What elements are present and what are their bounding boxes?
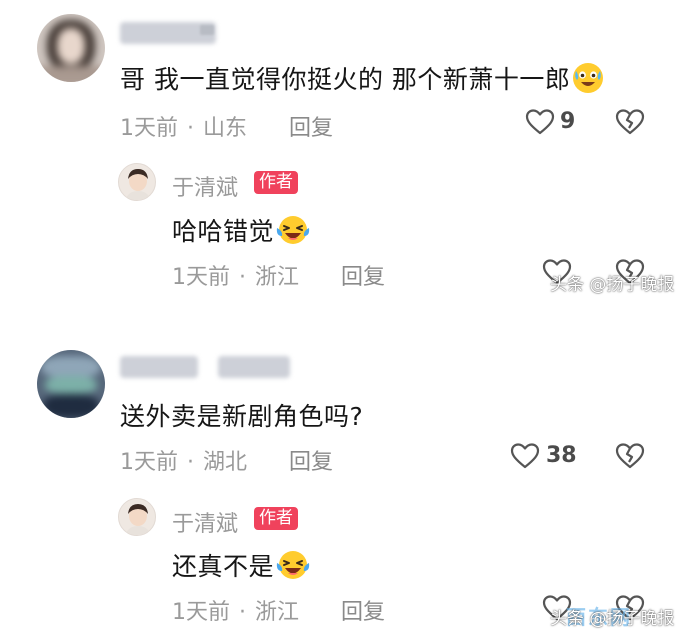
laughing-tears-emoji [276, 549, 310, 587]
comment-text: 哥 我一直觉得你挺火的 那个新萧十一郎 [120, 60, 604, 100]
like-count: 38 [546, 443, 577, 468]
meta-separator: · [187, 450, 194, 475]
reply-text: 还真不是 [172, 547, 310, 587]
broken-heart-icon [615, 109, 645, 135]
comment-location: 山东 [203, 116, 248, 141]
reply-time: 1天前 [172, 265, 230, 290]
meta-separator: · [239, 265, 246, 290]
author-avatar[interactable] [118, 163, 156, 201]
username-blurred[interactable] [218, 356, 290, 378]
heart-outline-icon [525, 109, 555, 135]
author-badge: 作者 [254, 171, 298, 194]
broken-heart-icon [615, 443, 645, 469]
user-avatar-blurred[interactable] [37, 350, 105, 418]
watermark: 头条 @扬子晚报 [550, 609, 675, 629]
meta-separator: · [187, 116, 194, 141]
reply-meta: 1天前 · 浙江 [172, 259, 299, 291]
reply-location: 浙江 [255, 600, 300, 625]
comment-time: 1天前 [120, 116, 178, 141]
laughing-tears-emoji [276, 214, 310, 252]
comment-location: 湖北 [203, 450, 248, 475]
reply-button[interactable]: 回复 [289, 444, 333, 476]
dislike-button[interactable] [614, 442, 646, 474]
reply-meta: 1天前 · 浙江 [172, 594, 299, 626]
username-blurred[interactable] [120, 356, 198, 378]
watermark: 头条 @扬子晚报 [550, 275, 675, 295]
author-badge: 作者 [254, 507, 298, 530]
reply-location: 浙江 [255, 265, 300, 290]
comment-meta: 1天前 · 湖北 [120, 444, 247, 476]
comment-meta: 1天前 · 山东 [120, 110, 247, 142]
like-count: 9 [560, 109, 576, 134]
reply-button[interactable]: 回复 [341, 259, 385, 291]
author-name[interactable]: 于清斌 [172, 170, 238, 202]
author-avatar[interactable] [118, 498, 156, 536]
grinning-sweat-emoji [572, 62, 604, 100]
heart-outline-icon [510, 443, 540, 469]
reply-time: 1天前 [172, 600, 230, 625]
reply-button[interactable]: 回复 [289, 110, 333, 142]
meta-separator: · [239, 600, 246, 625]
comment-text: 送外卖是新剧角色吗? [120, 402, 364, 431]
username-chevron-icon [200, 25, 214, 35]
reply-button[interactable]: 回复 [341, 594, 385, 626]
reply-text: 哈哈错觉 [172, 212, 310, 252]
user-avatar-blurred[interactable] [37, 14, 105, 82]
dislike-button[interactable] [614, 108, 646, 140]
author-name[interactable]: 于清斌 [172, 506, 238, 538]
comment-time: 1天前 [120, 450, 178, 475]
